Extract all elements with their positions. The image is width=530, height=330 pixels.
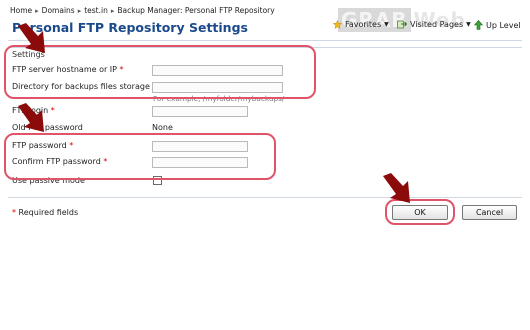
favorites-menu[interactable]: Favorites ▼ (333, 20, 389, 29)
required-marker: * (12, 208, 16, 217)
cancel-button[interactable]: Cancel (462, 205, 517, 220)
annotation-arrow-icon (383, 173, 410, 203)
breadcrumb-domains[interactable]: Domains (42, 6, 75, 15)
visited-pages-menu[interactable]: Visited Pages ▼ (397, 20, 471, 29)
form-footer-divider (8, 197, 522, 198)
breadcrumb-home[interactable]: Home (10, 6, 32, 15)
up-arrow-icon (474, 20, 483, 30)
annotation-arrow-icon (18, 23, 45, 53)
title-divider (8, 40, 522, 41)
breadcrumb-separator-icon: ▸ (110, 7, 115, 15)
required-fields-note: * Required fields (12, 208, 78, 217)
required-marker: * (50, 106, 55, 115)
chevron-down-icon: ▼ (466, 21, 471, 28)
star-icon (333, 20, 342, 29)
favorites-label: Favorites (345, 20, 382, 29)
breadcrumb-domain[interactable]: test.in (84, 6, 108, 15)
breadcrumb-separator-icon: ▸ (35, 7, 39, 15)
visited-pages-label: Visited Pages (410, 20, 464, 29)
old-password-value: None (152, 123, 173, 132)
settings-highlight-box (4, 45, 316, 99)
passwords-highlight-box (4, 133, 276, 180)
breadcrumb: Home ▸ Domains ▸ test.in ▸ Backup Manager: Per… (10, 6, 275, 15)
chevron-down-icon: ▼ (384, 21, 389, 28)
required-note-text: Required fields (18, 208, 79, 217)
login-input[interactable] (152, 106, 248, 117)
up-level-button[interactable]: Up Level (474, 20, 521, 30)
visited-pages-icon (397, 20, 407, 29)
breadcrumb-backup-manager[interactable]: Backup Manager: Personal FTP Repository (117, 6, 274, 15)
breadcrumb-separator-icon: ▸ (77, 7, 82, 15)
annotation-arrow-icon (18, 103, 44, 132)
up-level-label: Up Level (486, 20, 521, 30)
